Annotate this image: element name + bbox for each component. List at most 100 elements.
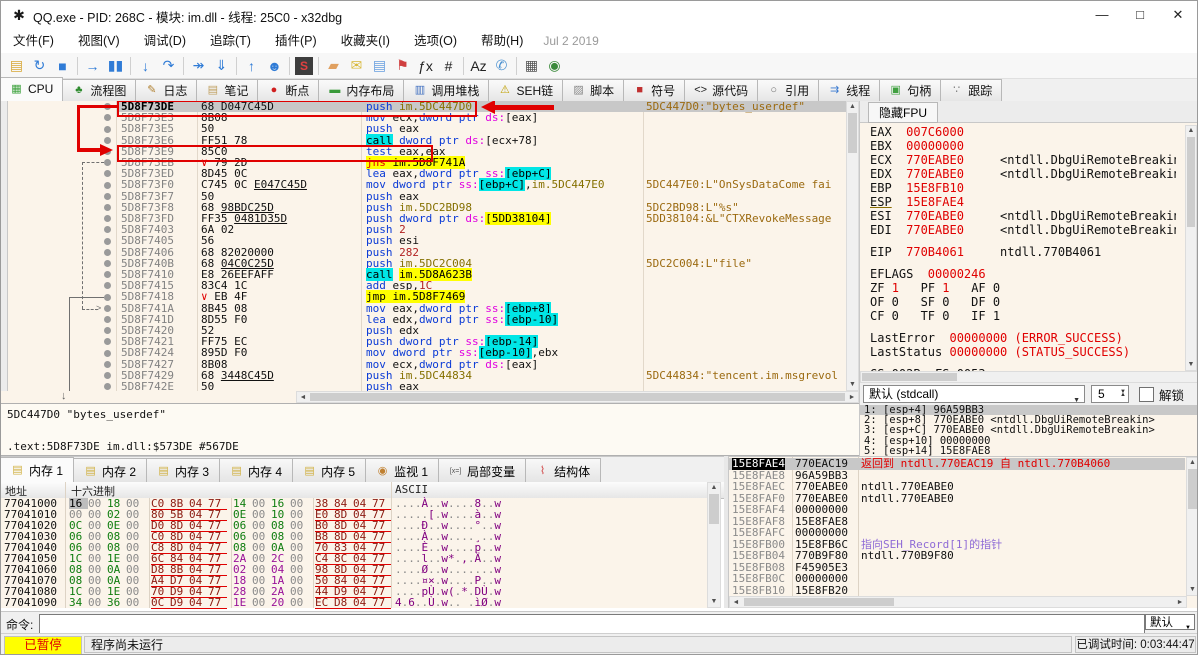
stack-row[interactable]: 15E8FAFC 00000000 [729, 527, 1185, 539]
stack-row[interactable]: 15E8FAEC 770EABE0 ntdll.770EABE0 [729, 481, 1185, 493]
tab-断点[interactable]: ● 断点 [257, 79, 320, 101]
registers-hscrollbar[interactable] [860, 371, 1197, 383]
breakpoint-dot[interactable] [104, 237, 111, 245]
hide-fpu-button[interactable]: 隐藏FPU [868, 102, 939, 123]
dump-tab-结构体[interactable]: ⌇ 结构体 [525, 458, 602, 483]
command-input[interactable] [39, 614, 1145, 634]
breakpoint-dot[interactable] [104, 282, 111, 290]
trace-over-icon[interactable]: ⇓ [210, 55, 233, 77]
hash-icon[interactable]: # [437, 55, 460, 77]
dump-tab-内存 4[interactable]: ▤ 内存 4 [219, 458, 294, 483]
modules-icon[interactable]: ✆ [490, 55, 513, 77]
dump-tab-监视 1[interactable]: ◉ 监视 1 [365, 458, 440, 483]
trace-into-icon[interactable]: ↠ [187, 55, 210, 77]
tab-内存布局[interactable]: ▬ 内存布局 [318, 79, 405, 101]
menu-item[interactable]: 选项(O) [402, 29, 469, 53]
breakpoint-dot[interactable] [104, 192, 111, 200]
disasm-hscrollbar[interactable]: ◄ ► [296, 391, 859, 403]
minimize-button[interactable]: — [1083, 1, 1121, 29]
breakpoint-dot[interactable] [104, 103, 111, 111]
breakpoint-dot[interactable] [104, 293, 111, 301]
disasm-vscrollbar[interactable]: ▲ ▼ [846, 101, 859, 391]
breakpoint-dot[interactable] [104, 315, 111, 323]
tab-日志[interactable]: ✎ 日志 [135, 79, 198, 101]
dump-row[interactable]: 77041090 34 00 36 00 0C D9 04 77 1E 00 20 00 EC D8 04 77… [1, 597, 707, 609]
breakpoint-dot[interactable] [104, 248, 111, 256]
dump-tab-内存 2[interactable]: ▤ 内存 2 [73, 458, 148, 483]
breakpoint-dot[interactable] [104, 136, 111, 144]
tab-CPU[interactable]: ▦ CPU [1, 77, 64, 101]
pause-icon[interactable]: ▮▮ [104, 55, 127, 77]
breakpoint-dot[interactable] [104, 383, 111, 391]
breakpoint-dot[interactable] [104, 203, 111, 211]
run-to-user-code-icon[interactable]: ☻ [263, 55, 286, 77]
disassembly-pane[interactable]: 5D8F73DE 68 D047C45D push im.5DC447D0 5DC44… [1, 101, 847, 391]
dump-tab-内存 5[interactable]: ▤ 内存 5 [292, 458, 367, 483]
execute-till-return-icon[interactable]: ↑ [240, 55, 263, 77]
calling-convention-select[interactable]: 默认 (stdcall) ▼ [863, 385, 1085, 404]
stack-vscrollbar[interactable]: ▲ ▼ [1186, 457, 1197, 596]
menu-item[interactable]: 追踪(T) [198, 29, 263, 53]
breakpoint-dot[interactable] [104, 170, 111, 178]
tab-SEH链[interactable]: ⚠ SEH链 [488, 79, 564, 101]
argument-count-stepper[interactable]: 5 ▲ ▼ [1091, 385, 1129, 403]
breakpoint-dot[interactable] [104, 259, 111, 267]
tab-句柄[interactable]: ▣ 句柄 [879, 79, 942, 101]
breakpoint-dot[interactable] [104, 147, 111, 155]
tab-引用[interactable]: ○ 引用 [757, 79, 820, 101]
breakpoint-dot[interactable] [104, 215, 111, 223]
breakpoint-dot[interactable] [104, 125, 111, 133]
close-button[interactable]: ✕ [1159, 1, 1197, 29]
breakpoint-dot[interactable] [104, 349, 111, 357]
stack-row[interactable]: 15E8FAE4 770EAC19 返回到 ntdll.770EAC19 自 ntd… [729, 458, 1185, 470]
step-over-icon[interactable]: ↷ [157, 55, 180, 77]
stack-hscrollbar[interactable]: ◄ ► [729, 596, 1187, 608]
strings-icon[interactable]: Az [467, 55, 490, 77]
step-into-icon[interactable]: ↓ [134, 55, 157, 77]
disasm-row[interactable]: 5D8F73F0 C745 0C E047C45D mov dword ptr ss… [1, 178, 846, 192]
unlock-checkbox[interactable] [1139, 386, 1154, 402]
breakpoint-dot[interactable] [104, 304, 111, 312]
registers-vscrollbar[interactable]: ▲ ▼ [1185, 125, 1197, 371]
menu-item[interactable]: 插件(P) [263, 29, 329, 53]
disasm-row[interactable]: 5D8F742E 50 push eax [1, 381, 846, 391]
stack-row[interactable]: 15E8FAF4 00000000 [729, 504, 1185, 516]
breakpoint-dot[interactable] [104, 271, 111, 279]
stack-row[interactable]: 15E8FB0C 00000000 [729, 573, 1185, 585]
dump-tab-局部变量[interactable]: [x=] 局部变量 [438, 458, 527, 483]
bookmarks-icon[interactable]: ⚑ [391, 55, 414, 77]
menu-item[interactable]: 收藏夹(I) [329, 29, 402, 53]
dump-tab-内存 1[interactable]: ▤ 内存 1 [1, 457, 75, 483]
calculator-icon[interactable]: ▦ [520, 55, 543, 77]
breakpoint-dot[interactable] [104, 360, 111, 368]
menu-item[interactable]: 帮助(H) [469, 29, 535, 53]
breakpoint-dot[interactable] [104, 114, 111, 122]
tab-脚本[interactable]: ▨ 脚本 [562, 79, 625, 101]
breakpoint-dot[interactable] [104, 226, 111, 234]
restart-icon[interactable]: ↻ [28, 55, 51, 77]
menu-item[interactable]: 视图(V) [66, 29, 132, 53]
close-icon[interactable]: ■ [51, 55, 74, 77]
patches-icon[interactable]: ▰ [322, 55, 345, 77]
tab-跟踪[interactable]: ∵ 跟踪 [940, 79, 1003, 101]
breakpoint-dot[interactable] [104, 181, 111, 189]
registers-list[interactable]: EAX 007C6000 EBX 00000000 ECX 770EABE0 <nt… [870, 125, 1176, 371]
breakpoint-dot[interactable] [104, 159, 111, 167]
breakpoint-dot[interactable] [104, 371, 111, 379]
command-mode-select[interactable]: 默认 ▼ [1145, 614, 1195, 631]
menu-item[interactable]: 文件(F) [1, 29, 66, 53]
run-icon[interactable]: → [81, 55, 104, 77]
stack-row[interactable]: 15E8FB10 15E8FB20 [729, 584, 1185, 597]
arguments-list[interactable]: 1: [esp+4] 96A59BB3 2: [esp+8] 770EABE0 <… [860, 405, 1197, 456]
stack-pane[interactable]: 15E8FAE4 770EAC19 返回到 ntdll.770EAC19 自 ntd… [728, 456, 1197, 608]
maximize-button[interactable]: □ [1121, 1, 1159, 29]
functions-icon[interactable]: ƒx [414, 55, 437, 77]
stack-row[interactable]: 15E8FB04 770B9F80 ntdll.770B9F80 [729, 550, 1185, 562]
preferences-globe-icon[interactable]: ◉ [543, 55, 566, 77]
script-s-icon[interactable]: S [295, 56, 313, 75]
breakpoint-dot[interactable] [104, 327, 111, 335]
tab-调用堆栈[interactable]: ▥ 调用堆栈 [403, 79, 490, 101]
tab-符号[interactable]: ■ 符号 [623, 79, 686, 101]
registers-pane[interactable]: 隐藏FPU EAX 007C6000 EBX 00000000 ECX 770EAB… [859, 101, 1197, 456]
labels-icon[interactable]: ▤ [368, 55, 391, 77]
